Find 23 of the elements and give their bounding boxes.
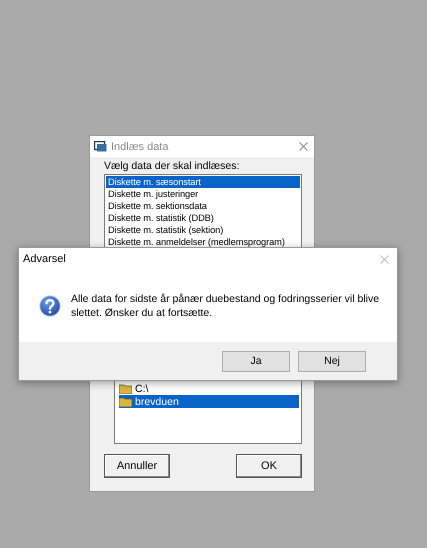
window-title: Advarsel (23, 253, 67, 265)
window-icon (94, 141, 107, 152)
folder-label: C:\ (135, 382, 148, 394)
list-item[interactable]: Diskette m. justeringer (106, 188, 300, 200)
list-item[interactable]: Diskette m. sektionsdata (106, 200, 300, 212)
list-item[interactable]: Diskette m. statistik (DDB) (106, 212, 300, 224)
close-icon[interactable] (380, 254, 389, 264)
no-button[interactable]: Nej (298, 350, 366, 372)
list-item[interactable]: Diskette m. anmeldelser (medlemsprogram) (106, 236, 300, 248)
folder-icon (119, 396, 132, 406)
folder-item[interactable]: C:\ (119, 382, 299, 395)
folder-list[interactable]: C:\ brevduen (114, 380, 302, 444)
close-icon[interactable] (299, 142, 308, 151)
yes-button[interactable]: Ja (222, 350, 290, 372)
window-title: Indlæs data (111, 140, 170, 152)
list-item[interactable]: Diskette m. sæsonstart (106, 176, 300, 188)
cancel-button[interactable]: Annuller (104, 454, 170, 478)
folder-label: brevduen (135, 396, 179, 408)
warning-message: Alle data for sidste år pånær duebestand og fodringsserier vil blive slettet. Ønsker du at fortsætte. (70, 292, 380, 320)
prompt-label: Vælg data der skal indlæses: (104, 160, 240, 172)
folder-item[interactable]: brevduen (119, 395, 299, 408)
ok-button[interactable]: OK (236, 454, 302, 478)
list-item[interactable]: Diskette m. statistik (sektion) (106, 224, 300, 236)
